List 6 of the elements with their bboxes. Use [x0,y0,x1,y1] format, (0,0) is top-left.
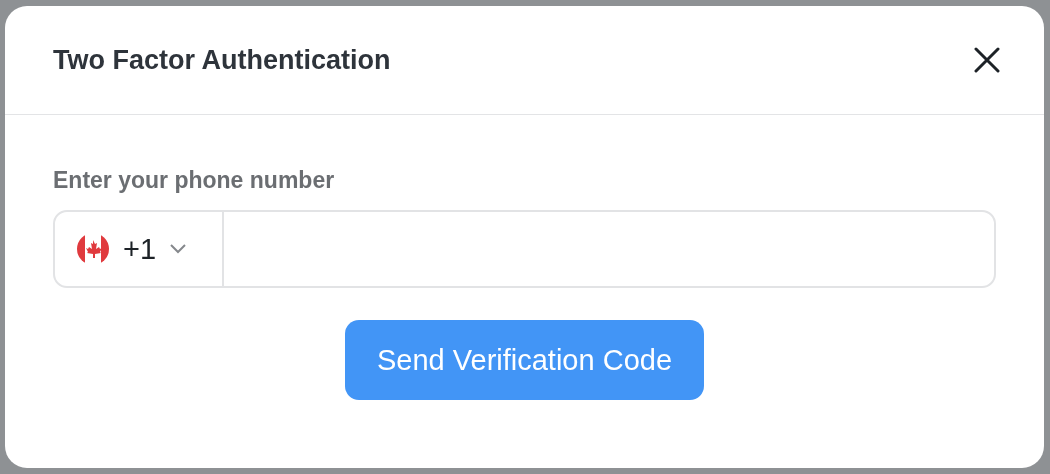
chevron-down-icon [170,244,187,254]
country-select[interactable]: +1 [55,212,224,286]
phone-field[interactable]: +1 [53,210,996,288]
dialog-title: Two Factor Authentication [53,44,391,76]
flag-icon [77,233,109,265]
field-label: Enter your phone number [53,167,336,194]
